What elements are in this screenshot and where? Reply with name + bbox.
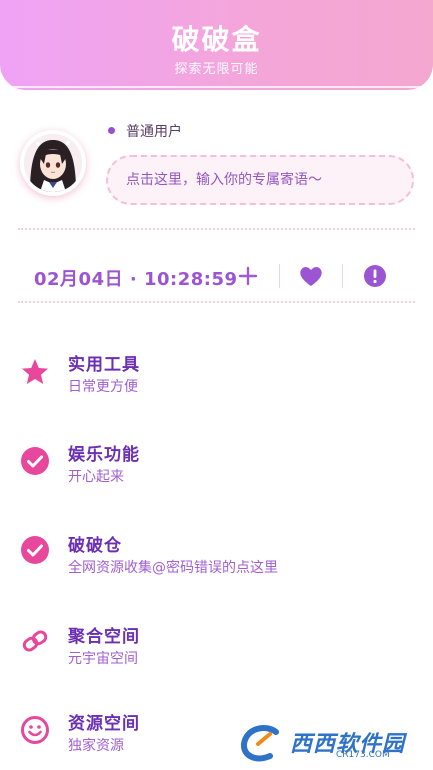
separator [279, 264, 280, 288]
avatar-illustration [24, 134, 82, 192]
app-header: 破破盒 探索无限可能 [0, 0, 433, 90]
motto-input[interactable]: 点击这里，输入你的专属寄语～ [106, 155, 414, 205]
menu-item-title: 实用工具 [68, 355, 140, 375]
menu-item-desc: 独家资源 [68, 738, 124, 754]
watermark: 西西软件园 CR173.COM [236, 722, 428, 766]
heart-icon[interactable] [297, 262, 325, 290]
alert-icon[interactable] [362, 263, 388, 289]
app-page: 破破盒 探索无限可能 普通用户 点击这里，输入你的专属寄语～ 02月04日 · … [0, 0, 433, 770]
divider-middle [18, 301, 415, 303]
watermark-sub: CR173.COM [336, 750, 390, 760]
menu-item-entertainment[interactable]: 娱乐功能 开心起来 [0, 435, 433, 505]
app-subtitle: 探索无限可能 [174, 62, 259, 77]
menu-item-desc: 开心起来 [68, 469, 124, 485]
avatar-image [24, 134, 82, 192]
watermark-logo [241, 725, 279, 762]
separator [342, 264, 343, 288]
user-type-label: 普通用户 [126, 124, 182, 140]
smile-icon [20, 715, 50, 745]
datetime-display: 02月04日 · 10:28:59 [34, 269, 238, 290]
menu-item-aggregate-space[interactable]: 聚合空间 元宇宙空间 [0, 617, 433, 687]
divider-top [18, 228, 415, 230]
menu-item-popocang[interactable]: 破破仓 全网资源收集@密码错误的点这里 [0, 526, 433, 596]
star-icon [20, 357, 50, 387]
menu-item-title: 破破仓 [68, 536, 122, 556]
menu-item-title: 聚合空间 [68, 627, 140, 647]
plus-icon[interactable] [234, 262, 262, 290]
menu-item-desc: 日常更方便 [68, 379, 138, 395]
avatar[interactable] [20, 130, 86, 196]
menu-item-title: 资源空间 [68, 714, 140, 734]
menu-item-tools[interactable]: 实用工具 日常更方便 [0, 345, 433, 415]
menu-item-title: 娱乐功能 [68, 445, 140, 465]
app-title: 破破盒 [171, 23, 262, 56]
menu-item-desc: 元宇宙空间 [68, 651, 138, 667]
menu-item-desc: 全网资源收集@密码错误的点这里 [68, 560, 278, 576]
user-status-dot [108, 127, 115, 134]
link-icon [20, 626, 50, 656]
check-circle-icon [20, 446, 50, 476]
check-circle-icon [20, 535, 50, 565]
